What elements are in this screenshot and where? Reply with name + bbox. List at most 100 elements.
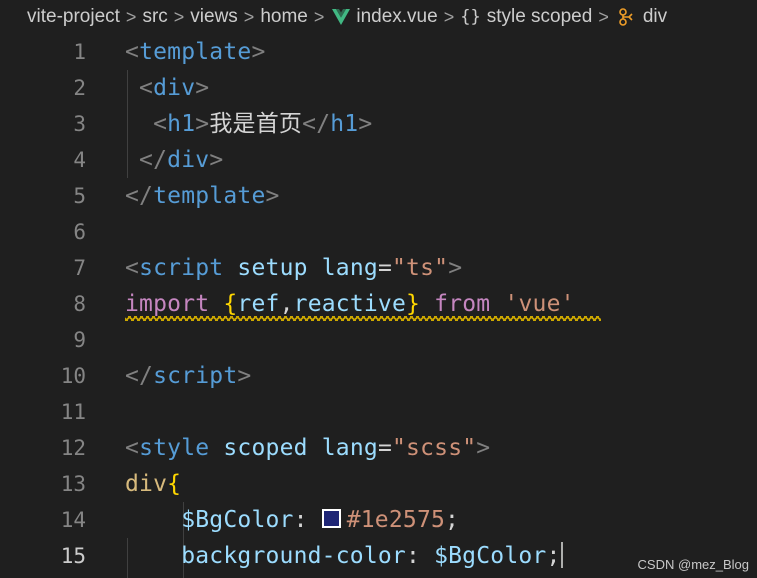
line-number: 9	[73, 328, 86, 352]
code-text: </script>	[125, 358, 251, 394]
code-token: <	[125, 111, 168, 137]
code-token: >	[195, 75, 210, 101]
text-cursor	[560, 542, 563, 568]
code-text: div{	[125, 466, 181, 502]
code-token: ;	[445, 507, 460, 533]
code-token: background-color	[181, 543, 406, 569]
code-token: }	[406, 291, 421, 317]
code-token: template	[139, 39, 252, 65]
code-token: setup	[237, 255, 308, 281]
code-token: div	[153, 75, 196, 101]
code-line[interactable]: 2 <div>	[0, 70, 757, 106]
code-token: </	[125, 363, 154, 389]
code-token: :	[293, 507, 322, 533]
code-line[interactable]: 9	[0, 322, 757, 358]
code-token: scoped	[223, 435, 308, 461]
breadcrumb-item-style[interactable]: style scoped	[487, 6, 593, 28]
breadcrumb-item-views[interactable]: views	[190, 6, 238, 28]
line-number: 6	[73, 220, 86, 244]
code-text: <script setup lang="ts">	[125, 250, 462, 286]
chevron-right-icon: >	[243, 6, 255, 27]
code-line[interactable]: 3 <h1>我是首页</h1>	[0, 106, 757, 142]
code-token: =	[377, 255, 392, 281]
code-text: <h1>我是首页</h1>	[125, 106, 372, 142]
code-token: >	[358, 111, 373, 137]
code-token: =	[377, 435, 392, 461]
code-editor[interactable]: 1 <template> 2 <div> 3 <h1>我是首页</h1> 4 </div…	[0, 34, 757, 578]
code-line[interactable]: 4 </div>	[0, 142, 757, 178]
line-number: 1	[73, 40, 86, 64]
code-line[interactable]: 6	[0, 214, 757, 250]
code-token: <	[125, 255, 140, 281]
line-number: 5	[73, 184, 86, 208]
line-number: 2	[73, 76, 86, 100]
breadcrumb: vite-project > src > views > home > inde…	[0, 0, 757, 34]
code-text: </template>	[125, 178, 280, 214]
breadcrumb-item-div[interactable]: div	[643, 6, 667, 28]
chevron-right-icon: >	[173, 6, 185, 27]
code-line[interactable]: 11	[0, 394, 757, 430]
code-line[interactable]: 1 <template>	[0, 34, 757, 70]
code-token: <	[125, 39, 140, 65]
line-number: 14	[60, 508, 86, 532]
vue-file-icon	[332, 9, 351, 25]
color-swatch[interactable]	[321, 509, 341, 528]
code-line[interactable]: 12 <style scoped lang="scss">	[0, 430, 757, 466]
code-token: >	[476, 435, 491, 461]
breadcrumb-item-src[interactable]: src	[142, 6, 167, 28]
code-token: $BgColor	[181, 507, 294, 533]
code-text: background-color: $BgColor;	[125, 538, 563, 574]
code-token: </	[125, 183, 154, 209]
code-token: {	[223, 291, 238, 317]
chevron-right-icon: >	[125, 6, 137, 27]
code-token: lang	[321, 255, 378, 281]
code-token: #1e2575	[346, 507, 446, 533]
braces-icon: {}	[460, 7, 481, 27]
code-token: "scss"	[392, 435, 477, 461]
code-token: div	[167, 147, 210, 173]
line-number: 3	[73, 112, 86, 136]
code-token: >	[195, 111, 210, 137]
code-token: >	[209, 147, 224, 173]
code-token: >	[265, 183, 280, 209]
code-token: "ts"	[392, 255, 449, 281]
line-number: 13	[60, 472, 86, 496]
code-line[interactable]: 8 import {ref,reactive} from 'vue'	[0, 286, 757, 322]
code-text: import {ref,reactive} from 'vue'	[125, 286, 575, 322]
line-number: 15	[60, 544, 86, 568]
code-token: import	[125, 291, 210, 317]
code-token: style	[139, 435, 210, 461]
code-token: 'vue'	[504, 291, 575, 317]
code-text: $BgColor: #1e2575;	[125, 502, 459, 538]
code-line[interactable]: 7 <script setup lang="ts">	[0, 250, 757, 286]
code-token: {	[167, 471, 182, 497]
line-number: 11	[60, 400, 86, 424]
code-token: ;	[546, 543, 561, 569]
code-token: >	[251, 39, 266, 65]
code-text: <template>	[125, 34, 266, 70]
code-token: </	[302, 111, 331, 137]
element-tag-icon	[619, 8, 633, 26]
code-line[interactable]: 14 $BgColor: #1e2575;	[0, 502, 757, 538]
code-token: </	[125, 147, 168, 173]
line-number: 4	[73, 148, 86, 172]
code-token: :	[405, 543, 435, 569]
code-text: <style scoped lang="scss">	[125, 430, 490, 466]
code-token: lang	[321, 435, 378, 461]
breadcrumb-item-file[interactable]: index.vue	[356, 6, 437, 28]
line-number: 12	[60, 436, 86, 460]
breadcrumb-item-project[interactable]: vite-project	[27, 6, 120, 28]
line-number: 10	[60, 364, 86, 388]
code-line[interactable]: 5 </template>	[0, 178, 757, 214]
code-line[interactable]: 13 div{	[0, 466, 757, 502]
chevron-right-icon: >	[443, 6, 455, 27]
breadcrumb-item-home[interactable]: home	[260, 6, 308, 28]
code-token: reactive	[293, 291, 407, 317]
code-text: <div>	[125, 70, 209, 106]
code-line[interactable]: 10 </script>	[0, 358, 757, 394]
